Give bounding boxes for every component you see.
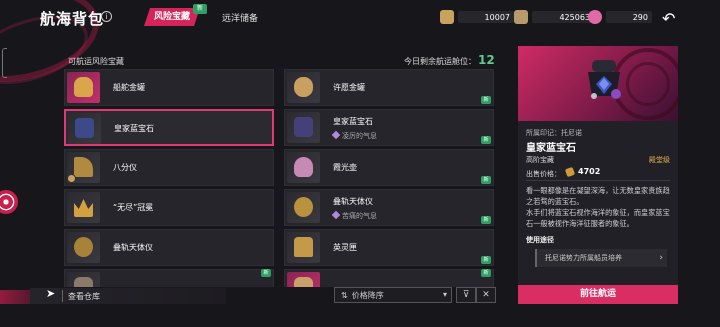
- view-warehouse-button[interactable]: 查看仓库: [68, 291, 100, 302]
- list-item[interactable]: 霞光壶 新: [284, 149, 494, 186]
- list-item[interactable]: 皇家蓝宝石 凌厉的气息 新: [284, 109, 494, 146]
- list-item[interactable]: 新: [284, 269, 494, 287]
- item-name: 叠轨天体仪: [113, 243, 153, 252]
- list-item[interactable]: 新: [64, 269, 274, 287]
- detail-name: 皇家蓝宝石: [526, 143, 576, 154]
- orrery-icon: [67, 232, 100, 263]
- chest-icon: [287, 232, 320, 263]
- sort-label: 价格降序: [351, 290, 384, 300]
- new-badge: 新: [481, 136, 491, 144]
- aura-gem-icon: [331, 130, 341, 140]
- wish-jar-icon: [287, 72, 320, 103]
- usage-title: 使用途径: [526, 236, 554, 244]
- coin-bag-icon: [514, 10, 528, 24]
- detail-panel: 所属印记：托尼诺 皇家蓝宝石 高阶宝藏 殿堂级 出售价格： 4702 看一眼都像…: [518, 46, 678, 304]
- item-icon: [287, 272, 320, 287]
- item-name: “无尽”冠冕: [113, 203, 154, 212]
- resource-coins: 425063: [514, 10, 594, 24]
- arrow-right-icon: ➤: [46, 287, 56, 300]
- sapphire-icon: [68, 113, 101, 144]
- list-item[interactable]: 英灵匣 新: [284, 229, 494, 266]
- detail-origin: 所属印记：托尼诺: [526, 129, 582, 137]
- orrery-icon: [287, 192, 320, 223]
- list-item[interactable]: 叠轨天体仪: [64, 229, 274, 266]
- item-icon: [67, 272, 100, 287]
- item-aura: 凌厉的气息: [331, 130, 377, 141]
- new-badge: 新: [481, 216, 491, 224]
- item-aura: 苦痛的气息: [331, 210, 377, 221]
- sort-icon: ⇅: [341, 290, 348, 300]
- list-item[interactable]: 叠轨天体仪 苦痛的气息 新: [284, 189, 494, 226]
- resource-value: 425063: [532, 11, 594, 23]
- crown-icon: [67, 192, 100, 223]
- divider: [526, 180, 670, 181]
- item-name: 皇家蓝宝石: [114, 124, 154, 133]
- treasure-chest-icon: [440, 10, 454, 24]
- list-item[interactable]: 许愿金罐 新: [284, 69, 494, 106]
- item-name: 英灵匣: [333, 243, 357, 252]
- item-name: 许愿金罐: [333, 83, 365, 92]
- sort-dropdown[interactable]: ⇅ 价格降序 ▾: [334, 287, 452, 303]
- item-hero: [518, 46, 678, 121]
- close-button[interactable]: ✕: [476, 287, 496, 303]
- sapphire-icon: [287, 112, 320, 143]
- bottom-strip: [30, 288, 226, 304]
- resource-gems: 290: [588, 10, 652, 24]
- capacity-value: 12: [478, 53, 495, 67]
- aura-gem-icon: [331, 210, 341, 220]
- resource-value: 290: [606, 11, 652, 23]
- divider: [62, 290, 63, 302]
- faction-emblem-icon[interactable]: [0, 190, 18, 214]
- chevron-down-icon: ▾: [442, 290, 447, 299]
- resource-value: 10007: [458, 11, 514, 23]
- new-badge: 新: [193, 4, 207, 14]
- list-item[interactable]: 八分仪: [64, 149, 274, 186]
- decor-ring: [626, 62, 670, 106]
- detail-grade: 高阶宝藏: [526, 156, 554, 164]
- sapphire-icon: [588, 60, 621, 99]
- price-value: 4702: [564, 166, 600, 177]
- back-icon[interactable]: ↶: [662, 9, 675, 28]
- item-name: 叠轨天体仪: [333, 197, 373, 206]
- new-badge: 新: [481, 256, 491, 264]
- detail-description: 看一眼都像是在凝望深海，让无数皇家贵族趋之若骛的蓝宝石。 水手们将蓝宝石视作海洋…: [526, 186, 670, 228]
- price-label: 出售价格：: [526, 170, 561, 178]
- section-label: 可航运风险宝藏: [68, 57, 124, 66]
- list-item[interactable]: 船舵金罐: [64, 69, 274, 106]
- list-item[interactable]: “无尽”冠冕: [64, 189, 274, 226]
- resource-treasure: 10007: [440, 10, 514, 24]
- go-shipping-button[interactable]: 前往航运: [518, 285, 678, 304]
- mark-pin-icon: [67, 174, 76, 183]
- item-name: 皇家蓝宝石: [333, 117, 373, 126]
- top-bar: 航海背包 i 风险宝藏 新 远洋储备 10007 425063 290 ↶: [0, 0, 720, 34]
- new-badge: 新: [481, 96, 491, 104]
- item-name: 船舵金罐: [113, 83, 145, 92]
- chevron-right-icon: ›: [659, 253, 663, 263]
- new-badge: 新: [481, 176, 491, 184]
- capacity-label: 今日剩余航运舱位：: [404, 57, 476, 66]
- jar-icon: [67, 72, 100, 103]
- usage-item[interactable]: 托尼诺势力所属船员培养 ›: [535, 249, 667, 267]
- tab-risk-treasure[interactable]: 风险宝藏: [144, 8, 200, 26]
- side-bracket: [2, 48, 7, 78]
- item-name: 霞光壶: [333, 163, 357, 172]
- page-title: 航海背包: [40, 10, 105, 28]
- info-icon[interactable]: i: [101, 11, 112, 22]
- new-badge: 新: [261, 269, 271, 277]
- coin-icon: [564, 166, 576, 177]
- list-item-selected[interactable]: 皇家蓝宝石: [64, 109, 274, 146]
- filter-button[interactable]: ⊽: [456, 287, 476, 303]
- item-name: 八分仪: [113, 163, 137, 172]
- treasure-grid: 船舵金罐 许愿金罐 新 皇家蓝宝石 皇家蓝宝石 凌厉的气息 新 八分仪 霞光壶 …: [64, 69, 496, 287]
- tab-ocean-reserve[interactable]: 远洋储备: [222, 11, 258, 24]
- new-badge: 新: [481, 269, 491, 277]
- pot-icon: [287, 152, 320, 183]
- detail-rarity: 殿堂级: [649, 156, 670, 164]
- pink-gem-icon: [588, 10, 602, 24]
